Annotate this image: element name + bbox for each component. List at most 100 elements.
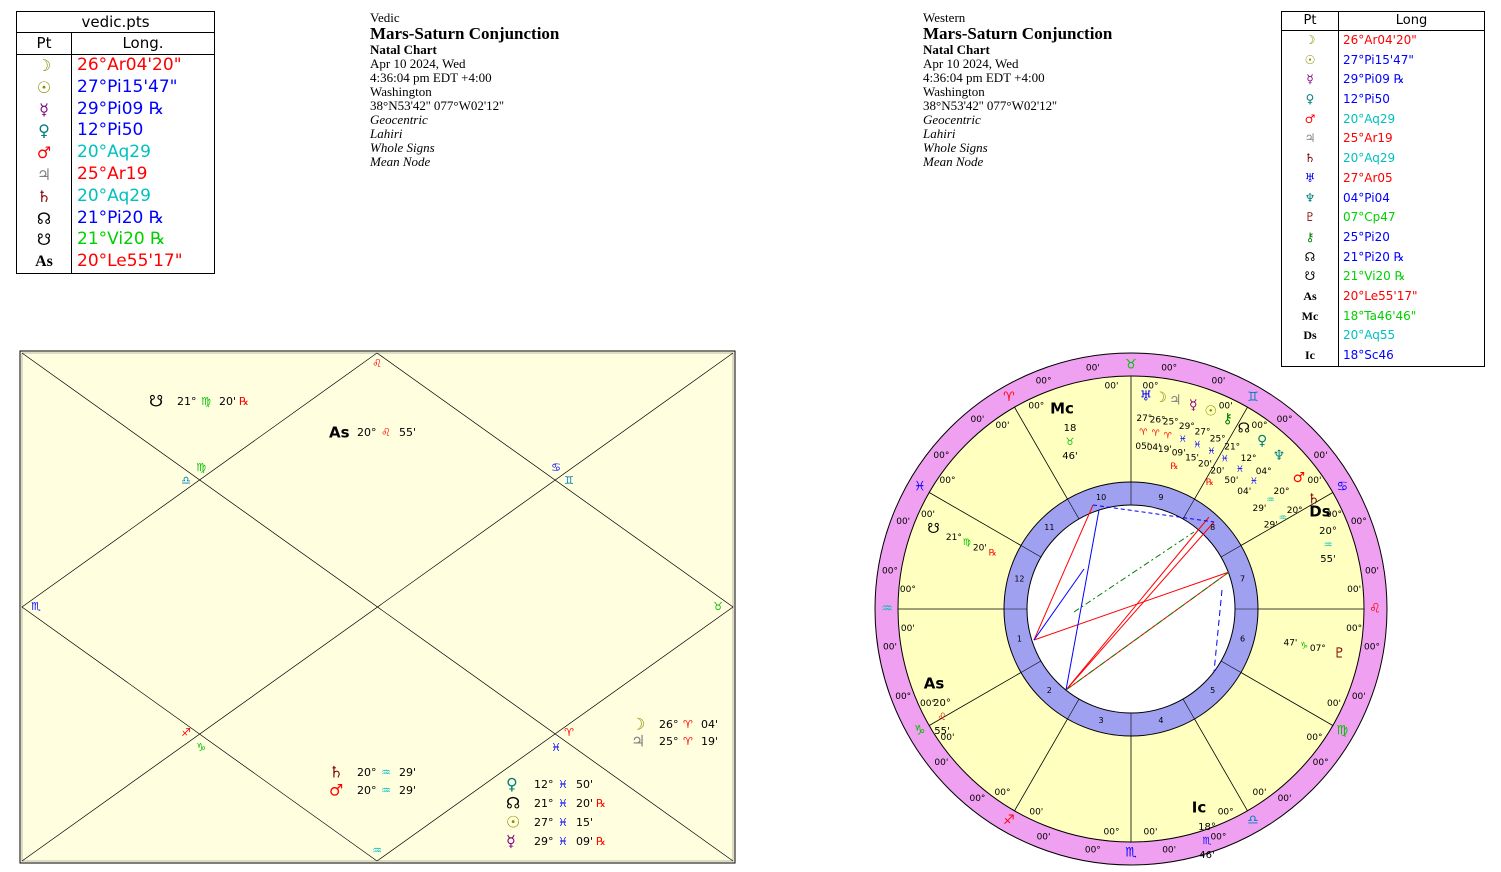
- planet-sign-icon: ♈: [1164, 431, 1173, 441]
- vedic-table-header: Pt Long.: [17, 33, 214, 55]
- western-points-table: Pt Long ☽ 26°Ar04'20" ☉ 27°Pi15'47" ☿ 29°Pi09…: [1281, 11, 1485, 367]
- sign-marker-icon: ♊: [564, 474, 574, 487]
- planet-glyph-icon: ☿: [1189, 397, 1198, 413]
- longitude-value: 27°Pi15'47": [77, 76, 178, 97]
- table-row: ☽ 26°Ar04'20": [17, 55, 214, 77]
- planet-glyph-icon: ♇: [1333, 645, 1346, 661]
- angle-glyph-icon: Mc: [1050, 400, 1074, 418]
- longitude-value: 20°Aq29: [77, 142, 151, 163]
- planet-glyph-icon: ♃: [17, 163, 72, 186]
- zodiac-sign-icon: ♑: [914, 724, 926, 739]
- table-row: ☋ 21°Vi20 ℞: [17, 229, 214, 252]
- planet-degree-text: 20°: [1287, 506, 1303, 516]
- planet-minute-text: 29': [1252, 504, 1266, 514]
- western-table-rows: ☽ 26°Ar04'20" ☉ 27°Pi15'47" ☿ 29°Pi09 ℞ ♀ 12°Pi…: [1282, 31, 1484, 366]
- minute-text: 15': [576, 816, 593, 829]
- planet-degree-text: 04°: [1256, 467, 1272, 477]
- chart-option-3: Whole Signs: [370, 140, 435, 155]
- cusp-minute-text: 00': [1105, 381, 1119, 391]
- planet-sign-icon: ♓: [1250, 477, 1258, 487]
- chart-label: Western: [923, 10, 966, 25]
- planet-glyph-icon: ♅: [1140, 389, 1153, 405]
- chart-option-3: Whole Signs: [923, 140, 988, 155]
- zodiac-sign-icon: ♉: [1125, 358, 1137, 373]
- sign-marker-icon: ♑: [196, 741, 206, 754]
- chart-option-1: Geocentric: [370, 112, 428, 127]
- table-row: ♃ 25°Ar19: [1282, 129, 1484, 150]
- planet-glyph-icon: As: [1282, 286, 1339, 307]
- sign-glyph-icon: ♈: [683, 735, 693, 748]
- angle-minute-text: 46': [1199, 850, 1214, 861]
- planet-glyph-icon: ♀: [17, 120, 72, 143]
- table-row: ♅ 27°Ar05: [1282, 168, 1484, 189]
- angle-glyph-icon: Ic: [1192, 799, 1206, 817]
- planet-sign-icon: ♓: [1221, 454, 1229, 464]
- planet-glyph-icon: ☉: [17, 76, 72, 99]
- minute-text: 20': [219, 395, 236, 408]
- house-number-text: 8: [1210, 523, 1215, 532]
- col-long: Long.: [122, 34, 164, 52]
- table-row: ♆ 04°Pi04: [1282, 188, 1484, 209]
- longitude-value: 29°Pi09 ℞: [77, 98, 165, 119]
- sign-marker-icon: ♓: [551, 741, 561, 754]
- sign-marker-icon: ♍: [196, 461, 206, 474]
- planet-sign-icon: ♓: [1236, 465, 1244, 475]
- zodiac-degree-text: 00°: [1210, 832, 1226, 842]
- planet-glyph-icon: ♄: [17, 185, 72, 208]
- planet-glyph-icon: ♂: [1293, 470, 1306, 486]
- longitude-value: 18°Ta46'46": [1343, 308, 1417, 323]
- western-chart-wheel: ♉ 00' 00° 00' 00° ♈ 00' 00° 00' 00° ♓ 00' 00° 00' 00° ♒…: [874, 352, 1388, 866]
- planet-glyph-icon: ♆: [1273, 448, 1286, 464]
- retrograde-icon: ℞: [239, 395, 249, 408]
- planet-minute-text: 20': [973, 543, 987, 553]
- western-chart-info: Western Mars-Saturn Conjunction Natal Ch…: [923, 11, 1112, 169]
- planet-glyph-icon: ⚷: [1282, 227, 1339, 248]
- table-row: Ds 20°Aq55: [1282, 326, 1484, 346]
- degree-text: 27°: [534, 816, 554, 829]
- house-number-text: 12: [1014, 575, 1024, 584]
- planet-glyph-icon: ☿: [17, 98, 72, 121]
- sign-glyph-icon: ♌: [381, 426, 391, 439]
- vedic-table-title: vedic.pts: [17, 12, 214, 33]
- zodiac-sign-icon: ♈: [1003, 390, 1015, 405]
- planet-glyph-icon: ♀: [506, 775, 518, 794]
- sign-marker-icon: ♐: [181, 726, 191, 739]
- table-row: ☿ 29°Pi09 ℞: [1282, 70, 1484, 91]
- sign-glyph-icon: ♒: [381, 784, 391, 797]
- planet-glyph-icon: ♂: [17, 142, 72, 164]
- sign-marker-icon: ♒: [372, 844, 382, 857]
- angle-sign-icon: ♏: [1203, 836, 1212, 847]
- longitude-value: 12°Pi50: [1343, 92, 1390, 107]
- planet-glyph-icon: ☋: [1282, 267, 1339, 287]
- angle-minute-text: 55': [1320, 554, 1335, 565]
- longitude-value: 21°Vi20 ℞: [77, 229, 166, 250]
- longitude-value: 20°Aq29: [77, 185, 151, 206]
- minute-text: 29': [399, 766, 416, 779]
- sign-marker-icon: ♏: [31, 600, 41, 613]
- zodiac-degree-text: 00°: [1036, 377, 1052, 387]
- degree-text: 21°: [534, 797, 554, 810]
- aspect-center: [1026, 504, 1236, 714]
- degree-text: 29°: [534, 835, 554, 848]
- planet-glyph-icon: ♅: [1282, 168, 1339, 189]
- planet-glyph-icon: ☽: [17, 55, 72, 77]
- planet-glyph-icon: ☋: [149, 392, 163, 411]
- zodiac-minute-text: 00': [1352, 692, 1366, 702]
- table-row: ☊ 21°Pi20 ℞: [17, 207, 214, 230]
- planet-glyph-icon: Ds: [1282, 326, 1339, 346]
- planet-glyph-icon: ☉: [1282, 50, 1339, 71]
- vedic-table-rows: ☽ 26°Ar04'20" ☉ 27°Pi15'47" ☿ 29°Pi09 ℞ ♀ 12°Pi…: [17, 55, 214, 273]
- chart-option-4: Mean Node: [923, 154, 984, 169]
- zodiac-minute-text: 00': [1278, 794, 1292, 804]
- zodiac-sign-icon: ♊: [1247, 390, 1259, 405]
- cusp-degree-text: 00°: [900, 585, 916, 595]
- cusp-minute-text: 00': [1308, 476, 1322, 486]
- cusp-minute-text: 00': [921, 510, 935, 520]
- cusp-degree-text: 00°: [1252, 421, 1268, 431]
- cusp-minute-text: 00': [901, 624, 915, 634]
- house-number-text: 6: [1240, 634, 1245, 643]
- house-number-text: 4: [1158, 716, 1163, 725]
- zodiac-sign-icon: ♏: [1125, 846, 1137, 861]
- planet-degree-text: 07°: [1310, 644, 1326, 654]
- planet-glyph-icon: ☉: [506, 813, 520, 832]
